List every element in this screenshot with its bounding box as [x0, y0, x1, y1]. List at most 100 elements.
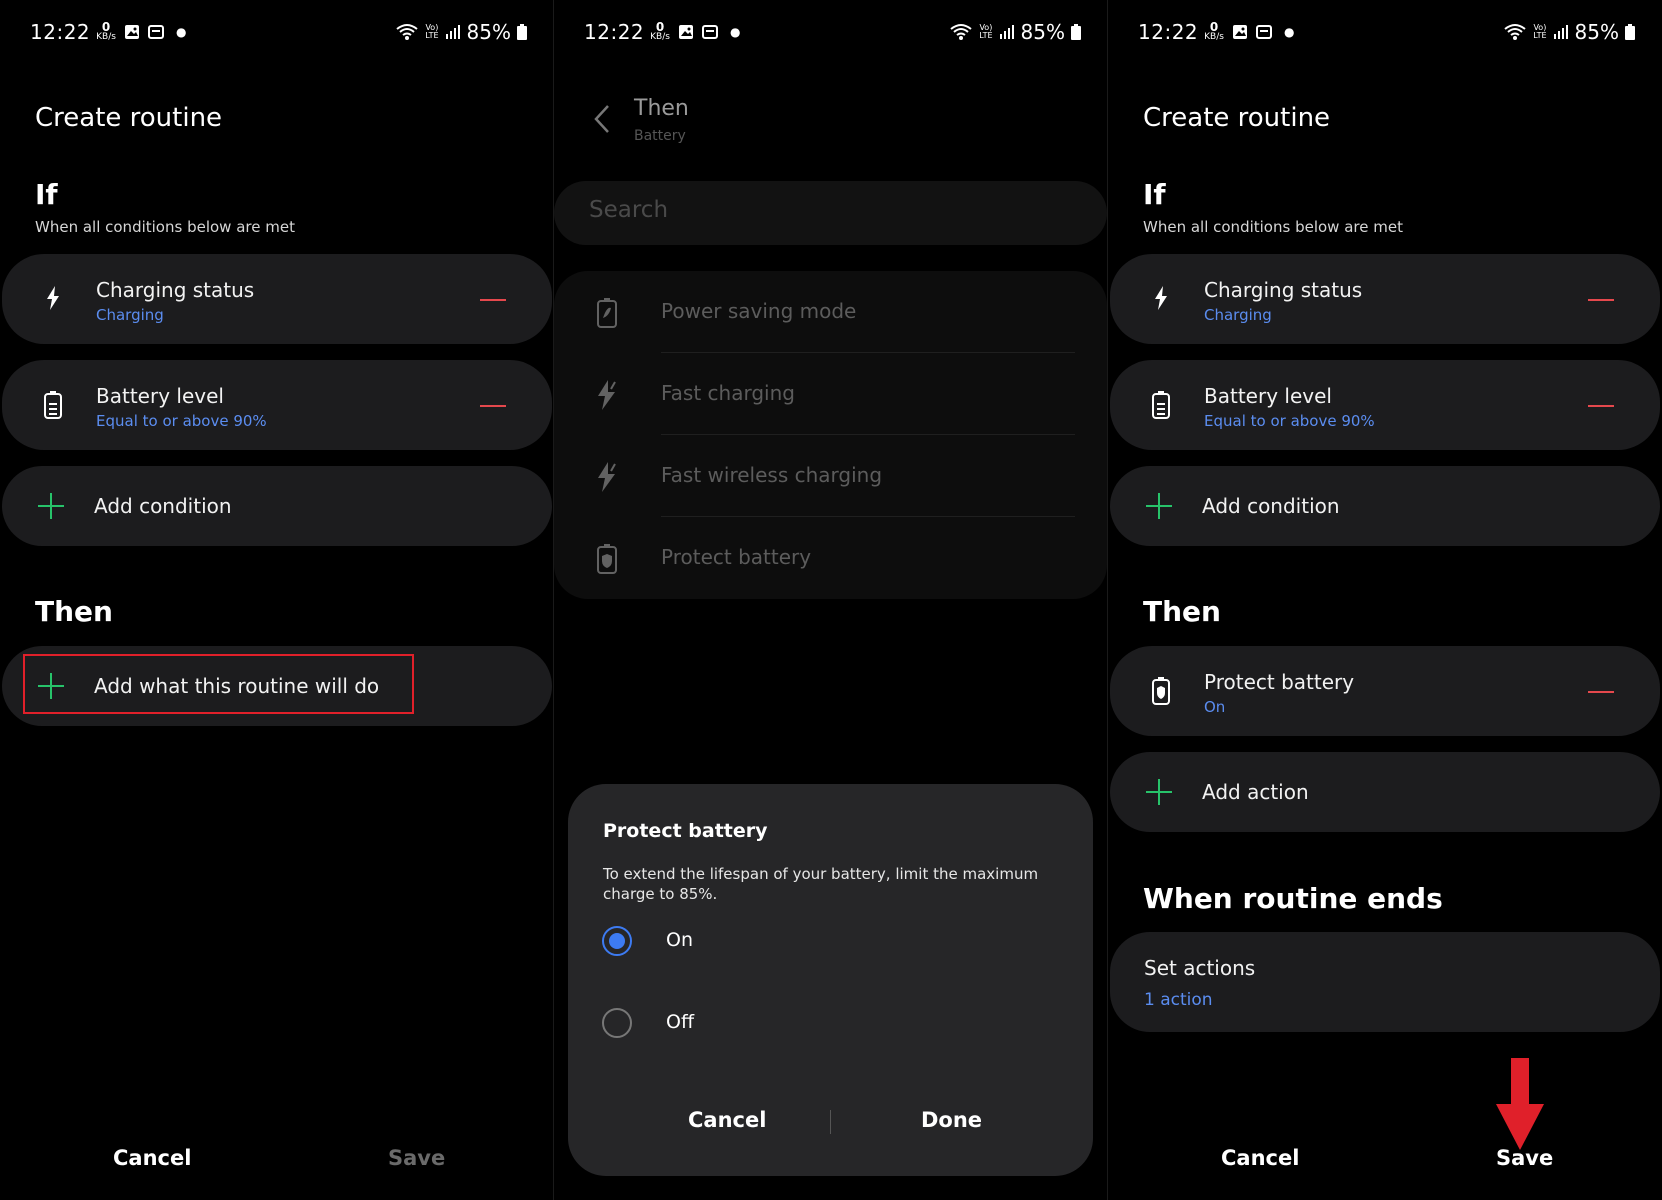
save-button-disabled[interactable]: Save: [388, 1146, 445, 1170]
message-icon: [701, 25, 718, 39]
wifi-icon: [1504, 24, 1526, 40]
condition-value: Charging: [96, 306, 164, 324]
radio-on-label[interactable]: On: [666, 929, 693, 951]
list-item-fast-wireless-charging[interactable]: Fast wireless charging: [554, 435, 1107, 517]
highlight-box: [23, 654, 414, 714]
back-arrow-icon[interactable]: [592, 104, 612, 134]
fast-charging-icon: [594, 379, 620, 411]
add-action-label: Add action: [1202, 780, 1309, 804]
condition-battery-level[interactable]: Battery level Equal to or above 90%: [1110, 360, 1660, 450]
power-saving-icon: [594, 297, 620, 329]
wifi-icon: [950, 24, 972, 40]
network-speed: 0 KB/s: [96, 20, 116, 42]
add-condition-label: Add condition: [1202, 494, 1340, 518]
volte-icon: Vo) LTE: [425, 23, 439, 40]
then-heading: Then: [35, 595, 113, 628]
list-item-label: Power saving mode: [661, 299, 857, 323]
condition-value: Equal to or above 90%: [1204, 412, 1375, 430]
plus-icon: [1146, 779, 1172, 805]
search-placeholder: Search: [589, 197, 669, 223]
page-title: Create routine: [1143, 103, 1331, 133]
action-value: On: [1204, 698, 1226, 716]
page-title: Then: [634, 96, 689, 121]
remove-action-icon[interactable]: [1588, 691, 1614, 693]
list-item-label: Fast charging: [661, 381, 795, 405]
cancel-button[interactable]: Cancel: [1221, 1146, 1299, 1170]
fast-wireless-charging-icon: [594, 461, 620, 493]
radio-off[interactable]: [602, 1008, 632, 1038]
if-subtitle: When all conditions below are met: [1143, 218, 1403, 236]
battery-percent: 85%: [1020, 20, 1065, 44]
network-speed: 0 KB/s: [1204, 20, 1224, 42]
remove-condition-icon[interactable]: [480, 405, 506, 407]
condition-charging-status[interactable]: Charging status Charging: [1110, 254, 1660, 344]
condition-label: Charging status: [96, 278, 255, 302]
status-bar: 12:22 0 KB/s ● Vo) LTE 85%: [584, 18, 1081, 46]
remove-condition-icon[interactable]: [1588, 299, 1614, 301]
gallery-icon: [124, 25, 139, 39]
status-time: 12:22: [1138, 20, 1199, 44]
radio-on[interactable]: [602, 926, 632, 956]
condition-value: Charging: [1204, 306, 1272, 324]
search-input[interactable]: Search: [554, 181, 1107, 245]
dialog-cancel-button[interactable]: Cancel: [688, 1108, 766, 1132]
list-item-fast-charging[interactable]: Fast charging: [554, 353, 1107, 435]
dialog-done-button[interactable]: Done: [921, 1108, 982, 1132]
set-actions-label: Set actions: [1144, 956, 1256, 980]
condition-charging-status[interactable]: Charging status Charging: [2, 254, 552, 344]
condition-label: Charging status: [1204, 278, 1363, 302]
condition-battery-level[interactable]: Battery level Equal to or above 90%: [2, 360, 552, 450]
list-item-label: Fast wireless charging: [661, 463, 883, 487]
condition-label: Battery level: [96, 384, 224, 408]
when-routine-ends-heading: When routine ends: [1143, 882, 1443, 915]
gallery-icon: [678, 25, 693, 39]
notification-dot-icon: ●: [1283, 25, 1295, 39]
signal-icon: [1553, 25, 1568, 39]
action-label: Protect battery: [1204, 670, 1355, 694]
list-item-label: Protect battery: [661, 545, 812, 569]
plus-icon: [1146, 493, 1172, 519]
battery-options-list: Power saving mode Fast charging Fast wir…: [554, 271, 1107, 599]
then-heading: Then: [1143, 595, 1221, 628]
condition-value: Equal to or above 90%: [96, 412, 267, 430]
battery-percent: 85%: [466, 20, 511, 44]
volte-icon: Vo) LTE: [979, 23, 993, 40]
lightning-icon: [1148, 283, 1174, 313]
signal-icon: [999, 25, 1014, 39]
wifi-icon: [396, 24, 418, 40]
set-actions-card[interactable]: Set actions 1 action: [1110, 932, 1660, 1032]
add-condition-label: Add condition: [94, 494, 232, 518]
radio-off-label[interactable]: Off: [666, 1011, 694, 1033]
protect-battery-icon: [594, 543, 620, 575]
plus-icon: [38, 493, 64, 519]
action-protect-battery[interactable]: Protect battery On: [1110, 646, 1660, 736]
add-action-button[interactable]: Add action: [1110, 752, 1660, 832]
add-condition-button[interactable]: Add condition: [1110, 466, 1660, 546]
protect-battery-icon: [1148, 676, 1174, 706]
cancel-button[interactable]: Cancel: [113, 1146, 191, 1170]
if-heading: If: [35, 178, 58, 211]
add-condition-button[interactable]: Add condition: [2, 466, 552, 546]
set-actions-count: 1 action: [1144, 990, 1213, 1010]
condition-label: Battery level: [1204, 384, 1332, 408]
gallery-icon: [1232, 25, 1247, 39]
page-subtitle: Battery: [634, 128, 686, 144]
status-time: 12:22: [584, 20, 645, 44]
remove-condition-icon[interactable]: [1588, 405, 1614, 407]
battery-icon: [1071, 24, 1081, 40]
status-time: 12:22: [30, 20, 91, 44]
list-item-protect-battery[interactable]: Protect battery: [554, 517, 1107, 599]
message-icon: [147, 25, 164, 39]
list-item-power-saving-mode[interactable]: Power saving mode: [554, 271, 1107, 353]
protect-battery-dialog: Protect battery To extend the lifespan o…: [568, 784, 1093, 1176]
notification-dot-icon: ●: [175, 25, 187, 39]
status-bar: 12:22 0 KB/s ● Vo) LTE 85%: [30, 18, 527, 46]
status-bar: 12:22 0 KB/s ● Vo) LTE 85%: [1138, 18, 1635, 46]
if-subtitle: When all conditions below are met: [35, 218, 295, 236]
panel-then-battery: 12:22 0 KB/s ● Vo) LTE 85% Then Battery Se…: [554, 0, 1107, 1200]
remove-condition-icon[interactable]: [480, 299, 506, 301]
red-arrow-down-icon: [1496, 1058, 1544, 1150]
battery-level-icon: [40, 390, 66, 420]
volte-icon: Vo) LTE: [1533, 23, 1547, 40]
notification-dot-icon: ●: [729, 25, 741, 39]
